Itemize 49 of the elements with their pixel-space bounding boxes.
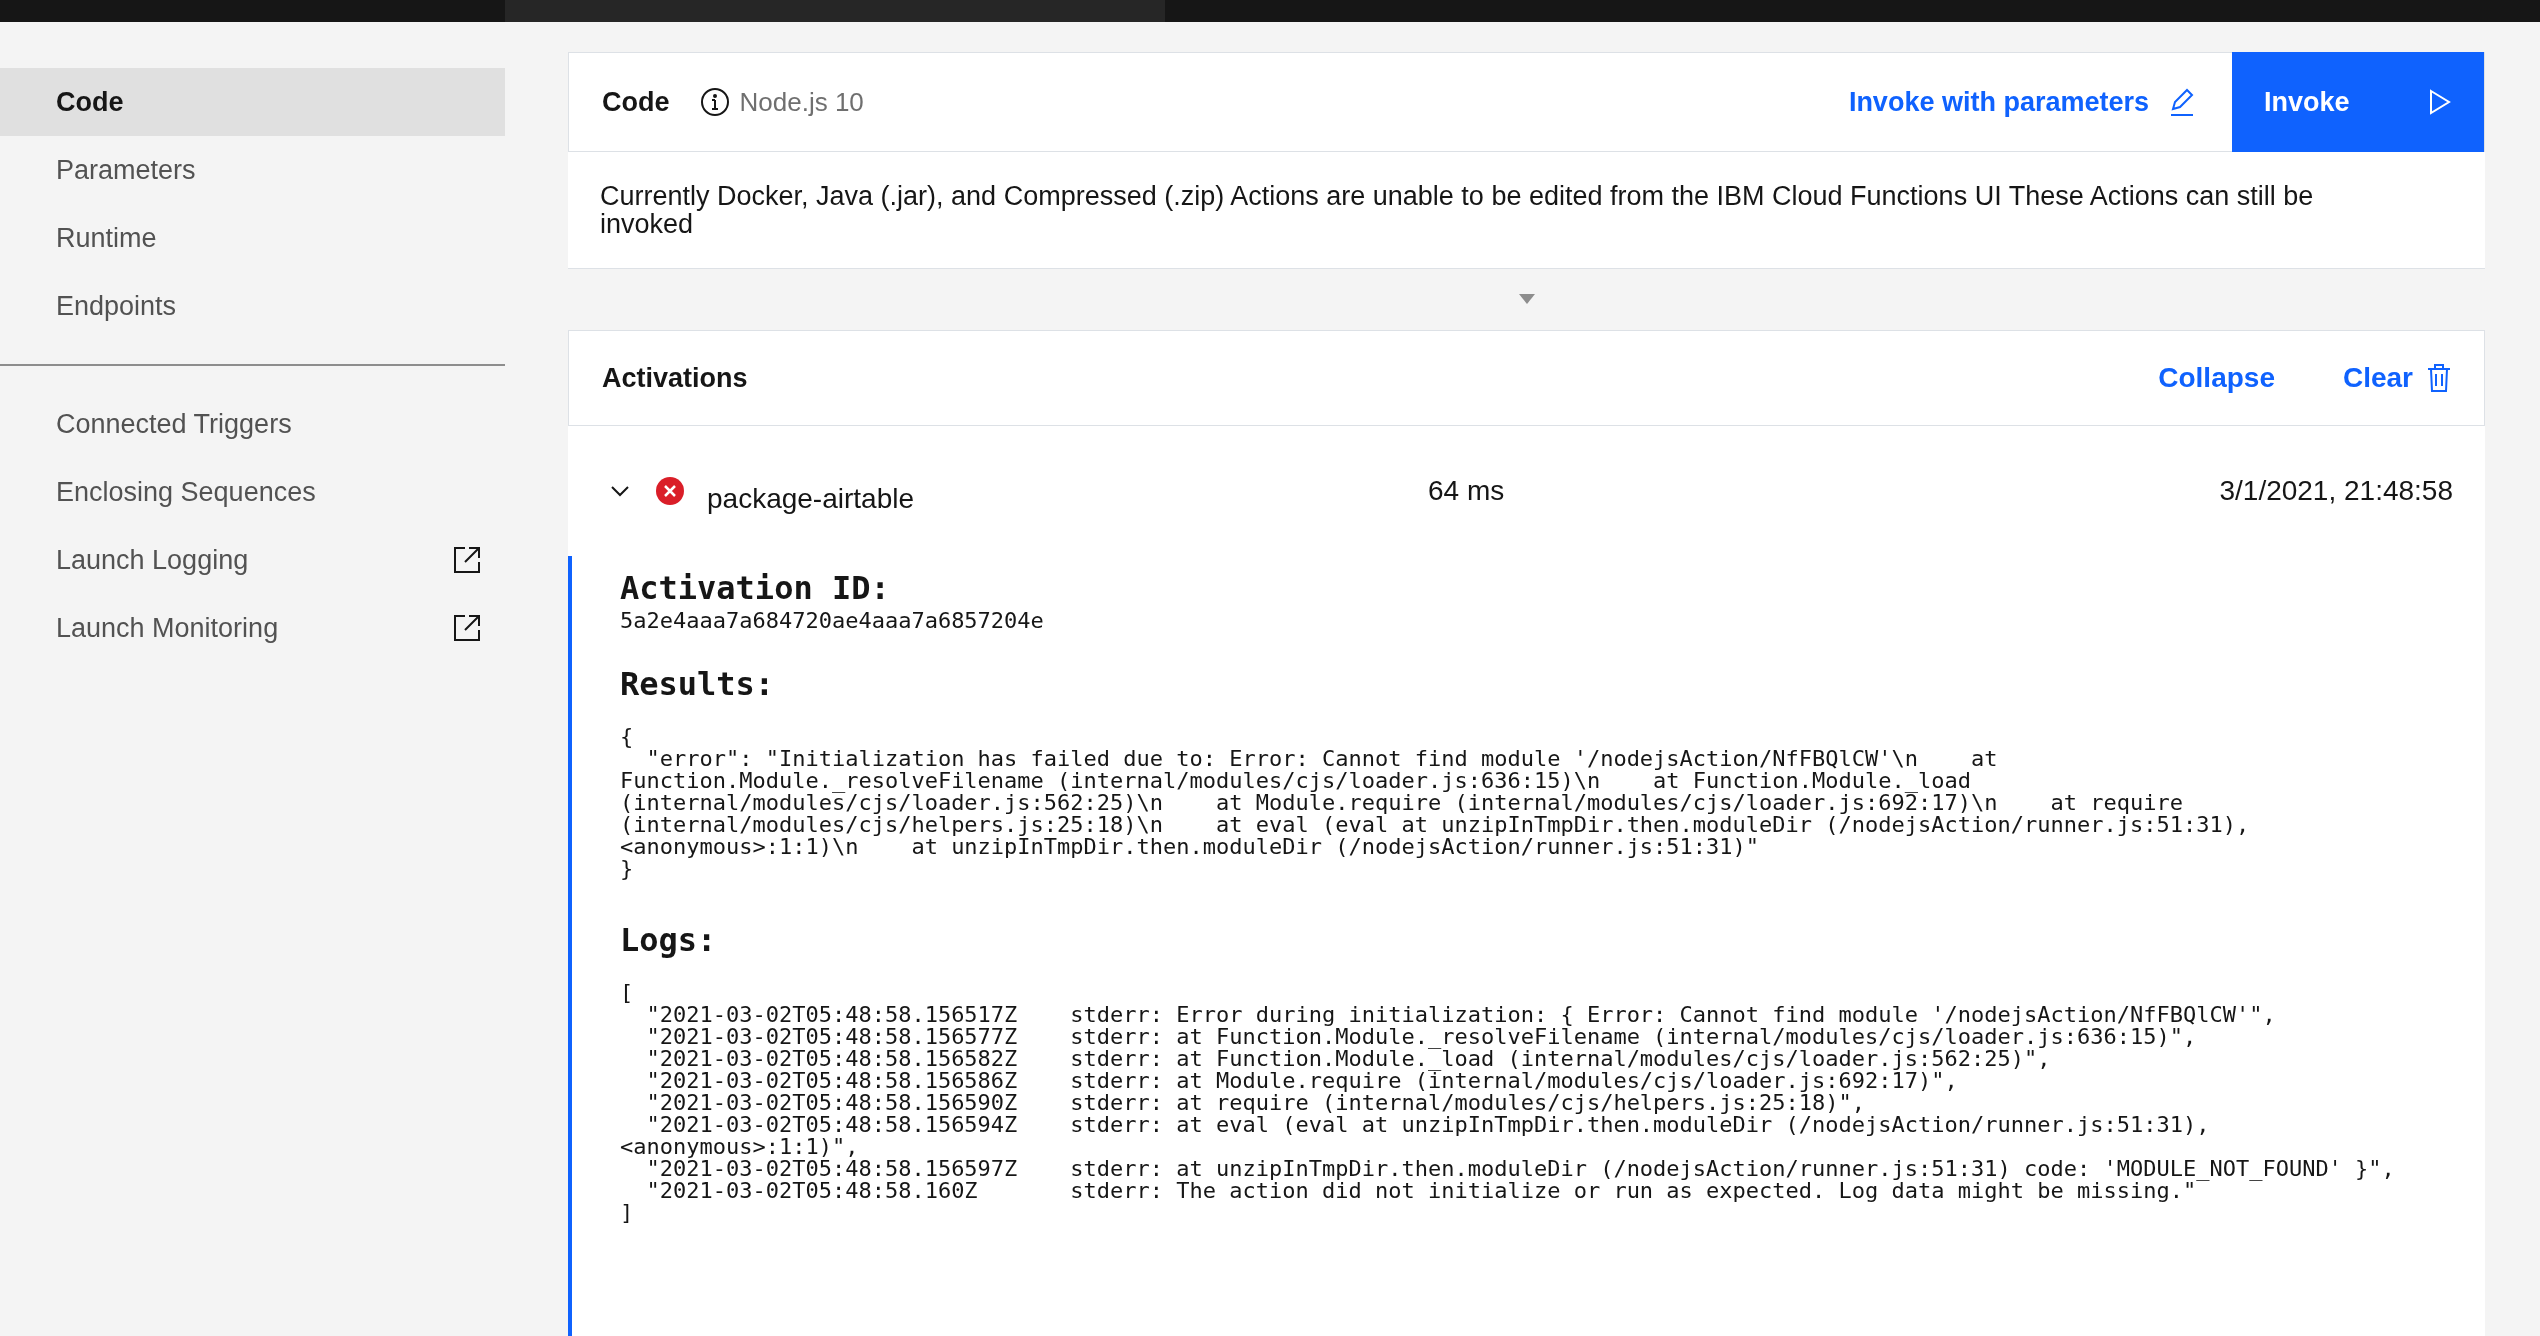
activations-title: Activations xyxy=(602,361,748,395)
sidebar-item[interactable]: Runtime xyxy=(0,204,505,272)
code-line: (internal/modules/cjs/loader.js:562:25)\n at Module.require (internal/modules/cjs/loader.js:692:17)\n at require xyxy=(620,792,2183,814)
activation-name: package-airtable xyxy=(707,482,916,516)
code-line: <anonymous>:1:1)", xyxy=(620,1136,859,1158)
trash-icon xyxy=(2427,362,2451,393)
activation-id: 5a2e4aaa7a684720ae4aaa7a6857204e xyxy=(620,608,1044,634)
code-line: Function.Module._resolveFilename (internal/modules/cjs/loader.js:636:15)\n at Function.Module._load xyxy=(620,770,1971,792)
section-heading: Logs: xyxy=(620,920,718,960)
code-line: } xyxy=(620,858,634,880)
code-title: Code xyxy=(602,85,670,119)
code-line: ] xyxy=(620,1202,634,1224)
invoke-button[interactable]: Invoke xyxy=(2232,52,2484,152)
error-icon xyxy=(655,476,685,506)
code-line: "error": "Initialization has failed due to: Error: Cannot find module '/nodejsAction/NfFBQlCW'\n at xyxy=(645,748,1998,770)
runtime-label: Node.js 10 xyxy=(739,85,864,119)
sidebar-item[interactable]: Code xyxy=(0,68,505,136)
code-line: "2021-03-02T05:48:58.156586Z stderr: at Module.require (internal/modules/cjs/loader.js:692:17)", xyxy=(645,1070,1958,1092)
code-line: "2021-03-02T05:48:58.156577Z stderr: at Function.Module._resolveFilename (internal/modules/cjs/loader.js:636:15)", xyxy=(645,1026,2197,1048)
code-line: [ xyxy=(620,982,634,1004)
sidebar-item[interactable]: Enclosing Sequences xyxy=(0,458,505,526)
info-icon xyxy=(699,87,730,117)
collapse-link[interactable]: Collapse xyxy=(2158,356,2275,399)
sidebar-item[interactable]: Launch Monitoring xyxy=(0,594,505,662)
code-line: "2021-03-02T05:48:58.156590Z stderr: at require (internal/modules/cjs/helpers.js:25:18)", xyxy=(645,1092,1866,1114)
code-line: "2021-03-02T05:48:58.160Z stderr: The action did not initialize or run as expected. Log data might be missing." xyxy=(645,1180,2197,1202)
notice-text: Currently Docker, Java (.jar), and Compressed (.zip) Actions are unable to be edited from the IBM Cloud Functions UI These Actions can still be invoked xyxy=(600,182,2315,238)
code-line: "2021-03-02T05:48:58.156597Z stderr: at unzipInTmpDir.then.moduleDir (/nodejsAction/runner.js:51:31) code: 'MODULE_NOT_FOUND' }", xyxy=(646,1158,2395,1180)
sidebar-item[interactable]: Connected Triggers xyxy=(0,390,505,458)
caret-down-icon[interactable] xyxy=(1518,294,1535,305)
sidebar-item[interactable]: Parameters xyxy=(0,136,505,204)
section-heading: Results: xyxy=(620,664,776,704)
activation-duration: 64 ms xyxy=(1428,474,1505,508)
code-line: "2021-03-02T05:48:58.156594Z stderr: at eval (eval at unzipInTmpDir.then.moduleDir (/nodejsAction/runner.js:51:31), xyxy=(645,1114,2210,1136)
sidebar-item[interactable]: Endpoints xyxy=(0,272,505,340)
code-line: (internal/modules/cjs/helpers.js:25:18)\n at eval (eval at unzipInTmpDir.then.moduleDir (/nodejsAction/runner.js:51:31), xyxy=(620,814,2250,836)
chevron-icon[interactable] xyxy=(610,484,630,498)
code-line: "2021-03-02T05:48:58.156582Z stderr: at Function.Module._load (internal/modules/cjs/loader.js:562:25)", xyxy=(645,1048,2051,1070)
clear-link[interactable]: Clear xyxy=(2342,356,2451,399)
code-line: "2021-03-02T05:48:58.156517Z stderr: Error during initialization: { Error: Cannot find module '/nodejsAction/NfFBQlCW'", xyxy=(645,1004,2276,1026)
invoke-with-parameters-link[interactable]: Invoke with parameters xyxy=(1848,81,2197,123)
sidebar-item[interactable]: Launch Logging xyxy=(0,526,505,594)
section-heading: Activation ID: xyxy=(620,568,891,608)
play-icon xyxy=(2428,89,2452,115)
code-line: <anonymous>:1:1)\n at unzipInTmpDir.then.moduleDir (/nodejsAction/runner.js:51:31)" xyxy=(620,836,1760,858)
external-link-icon xyxy=(451,612,483,644)
activation-timestamp: 3/1/2021, 21:48:58 xyxy=(2219,474,2453,508)
code-line: { xyxy=(620,726,634,748)
external-link-icon xyxy=(451,544,483,576)
